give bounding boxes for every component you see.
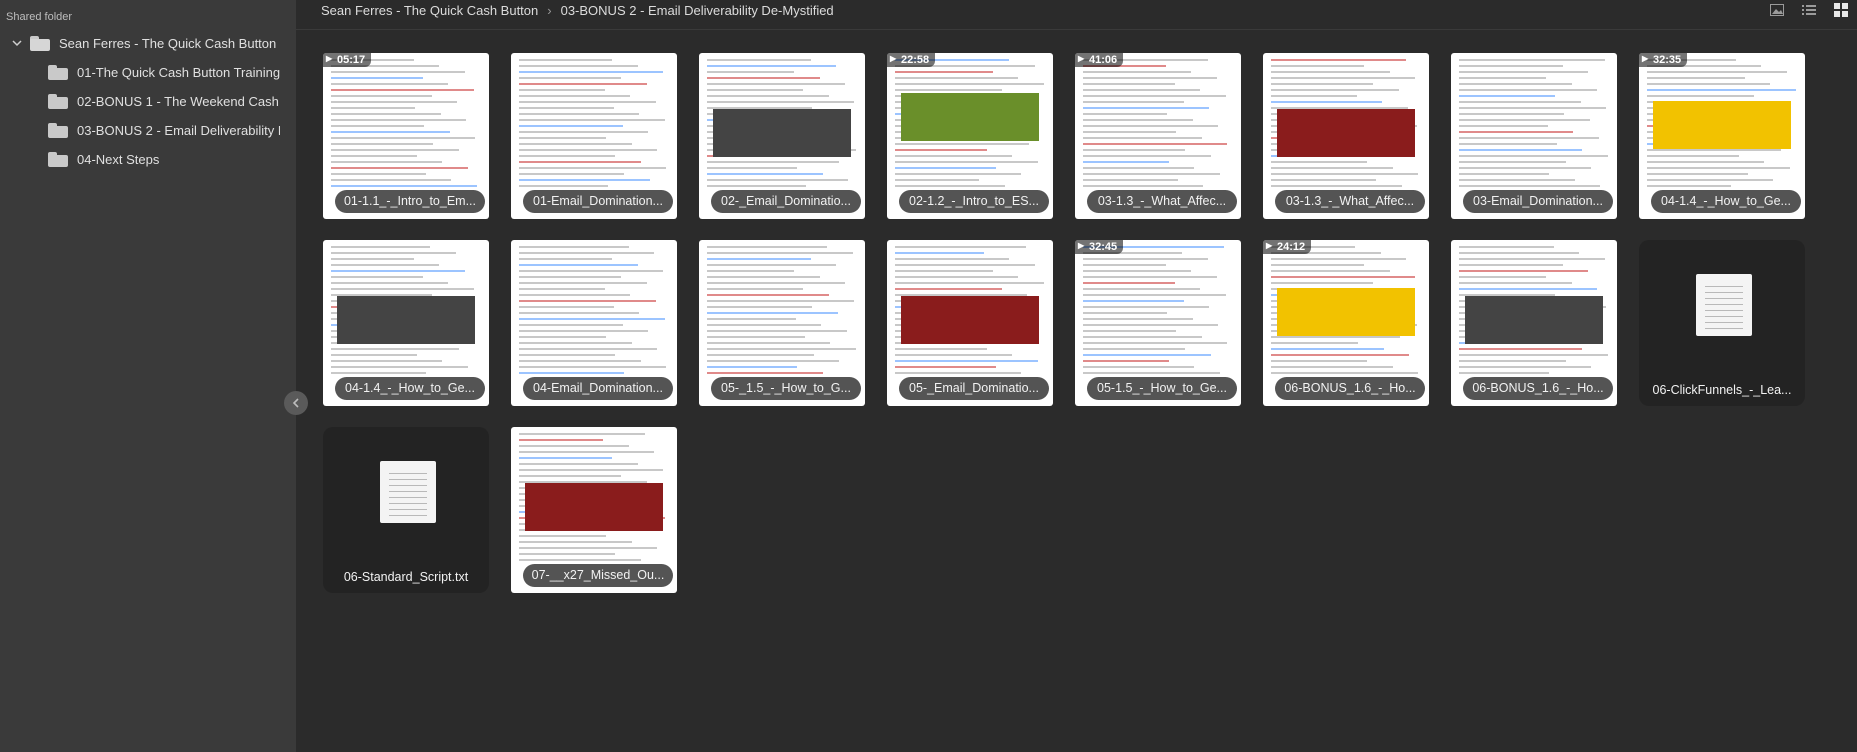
file-tile[interactable]: 06-Standard_Script.txt — [323, 427, 489, 593]
file-tile[interactable]: 06-BONUS_1.6_-_Ho... — [1451, 240, 1617, 406]
file-tile[interactable]: 32:35 04-1.4_-_How_to_Ge... — [1639, 53, 1805, 219]
sidebar-title: Shared folder — [6, 11, 73, 23]
file-tile[interactable]: 05:17 01-1.1_-_Intro_to_Em... — [323, 53, 489, 219]
tree-item-bonus2[interactable]: 03-BONUS 2 - Email Deliverability De — [48, 119, 280, 141]
video-duration: 05:17 — [323, 53, 372, 67]
file-name: 07-__x27_Missed_Ou... — [523, 564, 673, 587]
file-name: 02-_Email_Dominatio... — [711, 190, 861, 213]
file-tile[interactable]: 01-Email_Domination... — [511, 53, 677, 219]
chevron-down-icon[interactable] — [10, 36, 24, 50]
tree-item-label: 03-BONUS 2 - Email Deliverability De — [77, 122, 280, 138]
file-tile[interactable]: 02-_Email_Dominatio... — [699, 53, 865, 219]
sidebar: Shared folder Sean Ferres - The Quick Ca… — [0, 0, 296, 752]
file-tile[interactable]: 22:58 02-1.2_-_Intro_to_ES... — [887, 53, 1053, 219]
file-tile[interactable]: 24:12 06-BONUS_1.6_-_Ho... — [1263, 240, 1429, 406]
tree-item-label: 02-BONUS 1 - The Weekend Cash M — [77, 93, 280, 109]
file-name: 06-ClickFunnels_-_Lea... — [1652, 383, 1792, 397]
breadcrumb-separator: › — [547, 3, 552, 18]
preview-image — [1465, 296, 1603, 344]
file-tile[interactable]: 04-Email_Domination... — [511, 240, 677, 406]
file-name: 01-Email_Domination... — [523, 190, 673, 213]
file-name: 05-_Email_Dominatio... — [899, 377, 1049, 400]
preview-image — [1277, 109, 1415, 157]
preview-image — [525, 483, 663, 531]
tree-item-training[interactable]: 01-The Quick Cash Button Training — [48, 61, 280, 83]
file-name: 04-1.4_-_How_to_Ge... — [1651, 190, 1801, 213]
preview-image — [1653, 101, 1791, 149]
grid-view-icon[interactable] — [1825, 0, 1857, 20]
breadcrumb: Sean Ferres - The Quick Cash Button › 03… — [321, 3, 834, 18]
folder-icon — [48, 93, 68, 109]
file-name: 03-1.3_-_What_Affec... — [1087, 190, 1237, 213]
collapse-sidebar-button[interactable] — [284, 391, 308, 415]
file-name: 03-Email_Domination... — [1463, 190, 1613, 213]
video-duration: 41:06 — [1075, 53, 1124, 67]
preview-image — [1277, 288, 1415, 336]
breadcrumb-item-root[interactable]: Sean Ferres - The Quick Cash Button — [321, 3, 538, 18]
video-duration: 32:35 — [1639, 53, 1688, 67]
video-duration: 32:45 — [1075, 240, 1124, 254]
file-name: 03-1.3_-_What_Affec... — [1275, 190, 1425, 213]
preview-image — [713, 109, 851, 157]
tree-root-label: Sean Ferres - The Quick Cash Button — [59, 35, 277, 51]
tree-item-label: 04-Next Steps — [77, 151, 160, 167]
file-tile[interactable]: 05-_1.5_-_How_to_G... — [699, 240, 865, 406]
text-file-icon — [1696, 274, 1752, 336]
folder-icon — [48, 151, 68, 167]
preview-image — [337, 296, 475, 344]
file-tile[interactable]: 32:45 05-1.5_-_How_to_Ge... — [1075, 240, 1241, 406]
file-tile[interactable]: 03-1.3_-_What_Affec... — [1263, 53, 1429, 219]
video-duration: 22:58 — [887, 53, 936, 67]
file-name: 06-BONUS_1.6_-_Ho... — [1463, 377, 1613, 400]
video-duration: 24:12 — [1263, 240, 1312, 254]
file-tile[interactable]: 04-1.4_-_How_to_Ge... — [323, 240, 489, 406]
file-name: 02-1.2_-_Intro_to_ES... — [899, 190, 1049, 213]
text-file-icon — [380, 461, 436, 523]
file-name: 06-BONUS_1.6_-_Ho... — [1275, 377, 1425, 400]
view-switcher — [1761, 0, 1857, 20]
image-view-icon[interactable] — [1761, 0, 1793, 20]
tree-item-label: 01-The Quick Cash Button Training — [77, 64, 280, 80]
file-tile[interactable]: 06-ClickFunnels_-_Lea... — [1639, 240, 1805, 406]
file-tile[interactable]: 41:06 03-1.3_-_What_Affec... — [1075, 53, 1241, 219]
folder-icon — [48, 122, 68, 138]
list-view-icon[interactable] — [1793, 0, 1825, 20]
chevron-left-icon — [292, 398, 299, 408]
file-name: 05-1.5_-_How_to_Ge... — [1087, 377, 1237, 400]
file-tile[interactable]: 07-__x27_Missed_Ou... — [511, 427, 677, 593]
header: Sean Ferres - The Quick Cash Button › 03… — [296, 0, 1857, 30]
tree-item-bonus1[interactable]: 02-BONUS 1 - The Weekend Cash M — [48, 90, 280, 112]
folder-open-icon — [30, 35, 50, 51]
file-name: 05-_1.5_-_How_to_G... — [711, 377, 861, 400]
file-tile[interactable]: 03-Email_Domination... — [1451, 53, 1617, 219]
breadcrumb-item-current: 03-BONUS 2 - Email Deliverability De-Mys… — [560, 3, 834, 18]
file-name: 06-Standard_Script.txt — [343, 570, 469, 584]
file-name: 04-Email_Domination... — [523, 377, 673, 400]
preview-image — [901, 296, 1039, 344]
tree-item-next-steps[interactable]: 04-Next Steps — [48, 148, 280, 170]
file-tile[interactable]: 05-_Email_Dominatio... — [887, 240, 1053, 406]
preview-image — [901, 93, 1039, 141]
file-name: 04-1.4_-_How_to_Ge... — [335, 377, 485, 400]
folder-icon — [48, 64, 68, 80]
file-name: 01-1.1_-_Intro_to_Em... — [335, 190, 485, 213]
tree-root-folder[interactable]: Sean Ferres - The Quick Cash Button — [10, 32, 296, 54]
